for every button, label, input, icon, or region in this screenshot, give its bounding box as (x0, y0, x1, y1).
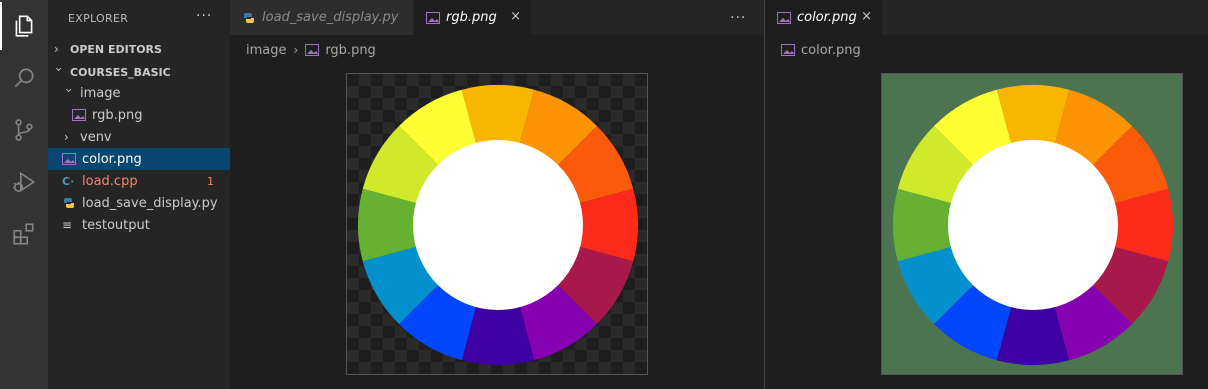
text-file-icon: ≡ (62, 218, 73, 232)
wheel-center (413, 140, 583, 310)
extensions-icon (13, 223, 34, 245)
tree-file-label: load.cpp (82, 173, 138, 189)
image-file-icon (777, 11, 791, 24)
tree-file-label: rgb.png (92, 107, 143, 123)
explorer-button[interactable] (0, 2, 48, 50)
tab-label: rgb.png (446, 10, 497, 25)
image-file-icon (62, 153, 76, 165)
breadcrumb-folder[interactable]: image (246, 43, 287, 58)
editor-group-left: load_save_display.py rgb.png × ··· image… (230, 0, 764, 389)
tree-file-load-cpp[interactable]: C· load.cpp 1 (48, 170, 230, 192)
tab-label: load_save_display.py (262, 10, 399, 25)
chevron-down-icon: › (62, 88, 76, 93)
project-label: COURSES_BASIC (70, 65, 171, 79)
open-editors-section[interactable]: › OPEN EDITORS (48, 38, 230, 60)
color-wheel-image (358, 85, 638, 365)
image-file-icon (72, 109, 86, 121)
source-control-icon (15, 119, 33, 141)
project-section[interactable]: › COURSES_BASIC (48, 61, 230, 83)
search-button[interactable] (0, 54, 48, 102)
tree-file-load-save-py[interactable]: load_save_display.py (48, 192, 230, 214)
tree-file-label: color.png (82, 151, 142, 167)
more-actions-icon[interactable]: ··· (730, 10, 746, 26)
tree-folder-venv[interactable]: › venv (48, 126, 230, 148)
image-file-icon (305, 44, 320, 56)
breadcrumb: color.png (781, 41, 861, 59)
breadcrumb-separator: › (293, 43, 299, 57)
breadcrumb-file[interactable]: rgb.png (325, 43, 376, 58)
chevron-down-icon: › (52, 67, 66, 72)
close-icon[interactable]: × (861, 9, 872, 24)
tab-rgb-png[interactable]: rgb.png × (414, 0, 532, 35)
files-icon (15, 15, 33, 37)
chevron-right-icon: › (64, 130, 69, 144)
tab-bar: load_save_display.py rgb.png × ··· (230, 0, 764, 35)
open-editors-label: OPEN EDITORS (70, 42, 162, 56)
cpp-file-icon: C· (62, 174, 75, 188)
problems-count-badge: 1 (207, 174, 214, 188)
image-file-icon (781, 44, 795, 56)
image-preview-color (881, 73, 1183, 375)
explorer-sidebar: EXPLORER ··· › OPEN EDITORS › COURSES_BA… (48, 0, 230, 389)
source-control-button[interactable] (0, 106, 48, 154)
python-file-icon (243, 12, 255, 23)
tree-folder-image[interactable]: › image (48, 82, 230, 104)
tree-folder-label: venv (80, 129, 112, 145)
tree-file-label: load_save_display.py (82, 195, 218, 211)
activity-bar (0, 0, 48, 389)
tree-file-label: testoutput (82, 217, 150, 233)
run-debug-button[interactable] (0, 158, 48, 206)
tree-folder-label: image (80, 85, 121, 101)
editor-group-right: color.png × color.png (765, 0, 1208, 389)
breadcrumb: image › rgb.png (246, 41, 376, 59)
tree-file-color[interactable]: color.png (48, 148, 230, 170)
color-wheel-image (893, 85, 1173, 365)
tree-file-testoutput[interactable]: ≡ testoutput (48, 214, 230, 236)
chevron-right-icon: › (54, 42, 59, 56)
close-icon[interactable]: × (510, 9, 521, 24)
tab-load-save-display[interactable]: load_save_display.py (230, 0, 414, 35)
tab-bar: color.png × (765, 0, 1208, 35)
run-debug-icon (13, 171, 36, 193)
extensions-button[interactable] (0, 210, 48, 258)
search-icon (14, 68, 34, 88)
tree-file-rgb[interactable]: rgb.png (48, 104, 230, 126)
tab-color-png[interactable]: color.png × (765, 0, 883, 35)
image-preview-rgb (346, 73, 648, 375)
explorer-title: EXPLORER (68, 12, 129, 25)
python-file-icon (63, 198, 75, 208)
wheel-center (948, 140, 1118, 310)
more-actions-icon[interactable]: ··· (196, 8, 212, 24)
breadcrumb-file[interactable]: color.png (801, 43, 861, 58)
tab-label: color.png (797, 10, 857, 25)
image-file-icon (426, 11, 440, 24)
